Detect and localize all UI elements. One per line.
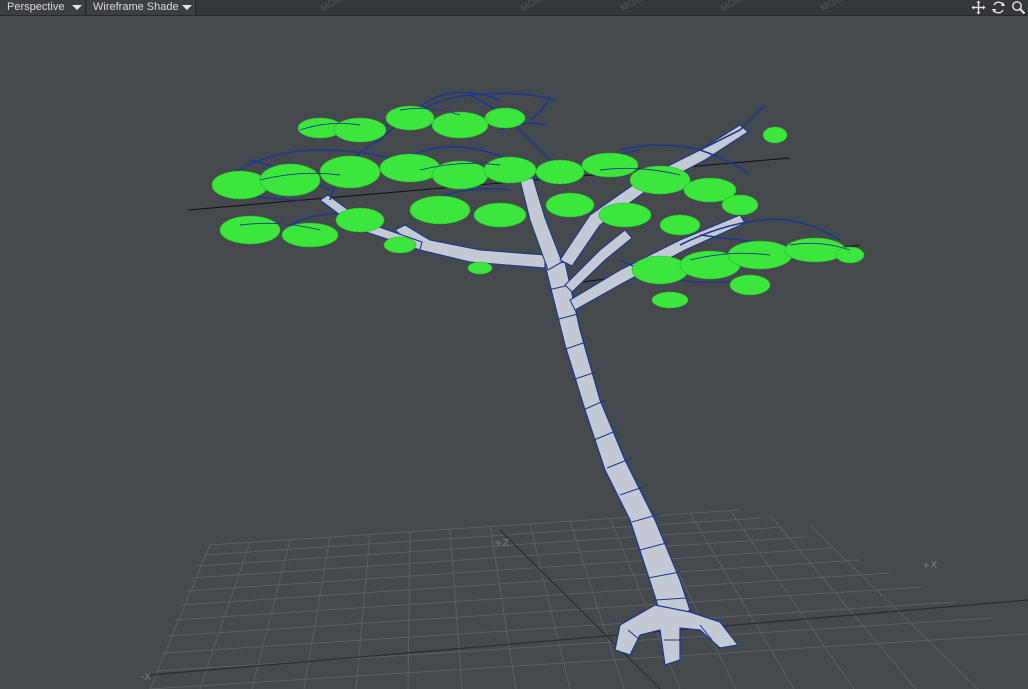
zoom-view-icon[interactable] <box>1010 0 1027 15</box>
shading-mode-dropdown[interactable]: Wireframe Shade <box>86 0 196 15</box>
view-mode-label: Perspective <box>7 1 65 13</box>
chevron-down-icon <box>182 5 192 10</box>
watermark-text: MOO <box>618 0 646 15</box>
rotate-view-icon[interactable] <box>990 0 1007 15</box>
shading-mode-label: Wireframe Shade <box>93 1 179 13</box>
chevron-down-icon <box>72 5 82 10</box>
watermark-text: MOO <box>718 0 746 15</box>
perspective-viewport[interactable]: +Z +X -X Perspective Wireframe Shade MOO… <box>0 0 1028 689</box>
move-view-icon[interactable] <box>970 0 987 15</box>
axis-label-pos-z: +Z <box>494 538 510 549</box>
axis-label-pos-x: +X <box>922 560 938 571</box>
view-mode-dropdown[interactable]: Perspective <box>0 0 86 15</box>
axis-label-neg-x: -X <box>141 672 151 683</box>
scene-canvas[interactable] <box>0 0 1028 689</box>
ground-grid <box>149 509 1028 689</box>
tree-trunk <box>544 261 740 666</box>
watermark-text: MOO <box>818 0 846 15</box>
watermark-text: MOO <box>318 0 346 15</box>
viewport-toolbar: Perspective Wireframe Shade MOO MOO MOO … <box>0 0 1028 16</box>
watermark-text: MOO <box>518 0 546 15</box>
